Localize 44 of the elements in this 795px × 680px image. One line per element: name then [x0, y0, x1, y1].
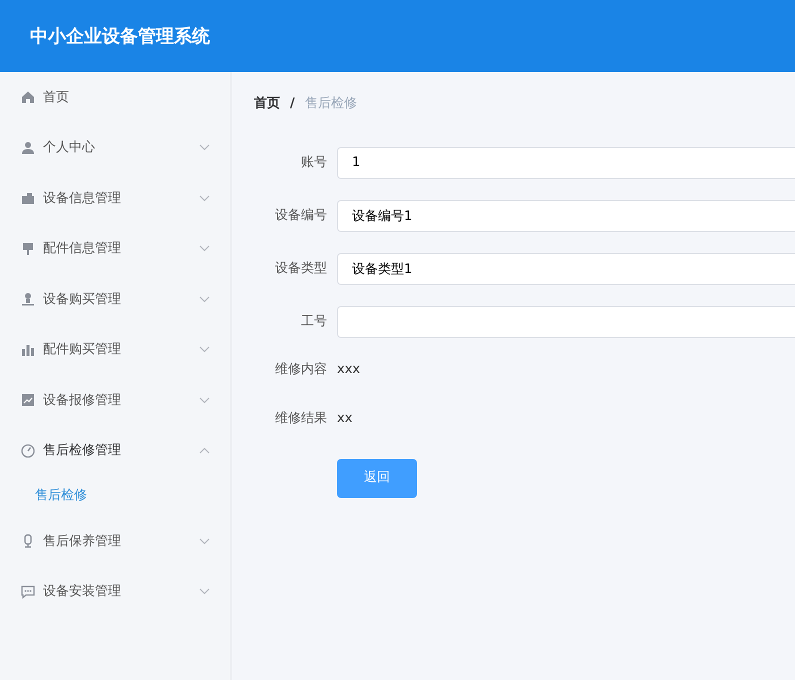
sidebar-item[interactable]: 个人中心 [0, 122, 230, 173]
sidebar-item[interactable]: 售后检修管理 [0, 426, 230, 476]
sidebar-item[interactable]: 设备安装管理 [0, 566, 230, 617]
chevron-icon [199, 346, 210, 354]
field-value: xxx [337, 360, 360, 378]
user-icon [21, 140, 35, 155]
field-label: 账号 [300, 154, 328, 172]
sidebar-item[interactable]: 设备信息管理 [0, 173, 230, 224]
bar-chart-icon [21, 342, 35, 357]
field-value: xx [337, 410, 352, 428]
breadcrumb-item: 售后检修 [304, 95, 357, 113]
sidebar-item[interactable]: 设备报修管理 [0, 375, 230, 426]
gauge-icon [21, 444, 35, 458]
wallet-icon [21, 191, 35, 206]
chevron-icon [199, 144, 210, 152]
chevron-icon [199, 396, 210, 404]
sidebar-item[interactable]: 售后保养管理 [0, 516, 230, 566]
chevron-icon [199, 588, 210, 596]
home-icon [21, 90, 35, 104]
breadcrumb-separator: / [290, 95, 295, 113]
field-label: 设备编号 [274, 206, 328, 225]
field-label: 设备类型 [274, 260, 328, 278]
chat-icon [21, 584, 35, 599]
chevron-icon [199, 538, 210, 545]
chevron-icon [199, 447, 210, 454]
input-field[interactable]: 设备编号1 [337, 200, 795, 232]
sign-icon [21, 242, 35, 256]
sidebar-item[interactable]: 配件信息管理 [0, 224, 230, 274]
sidebar-item[interactable]: 配件购买管理 [0, 324, 230, 375]
input-field[interactable]: 1 [337, 146, 795, 178]
field-label: 维修内容 [274, 360, 328, 378]
line-chart-icon [21, 393, 35, 408]
input-field[interactable] [337, 306, 795, 338]
chevron-icon [199, 296, 210, 303]
chevron-icon [199, 245, 210, 252]
person-icon [21, 292, 35, 306]
sidebar-item[interactable]: 首页 [0, 72, 230, 122]
breadcrumb-item[interactable]: 首页 [254, 94, 280, 114]
sidebar-item[interactable]: 设备购买管理 [0, 274, 230, 324]
field-label: 工号 [300, 312, 328, 331]
field-label: 维修结果 [274, 410, 328, 428]
chevron-icon [199, 194, 210, 202]
app-title: 中小企业设备管理系统 [30, 24, 210, 48]
input-field[interactable]: 设备类型1 [337, 252, 795, 284]
